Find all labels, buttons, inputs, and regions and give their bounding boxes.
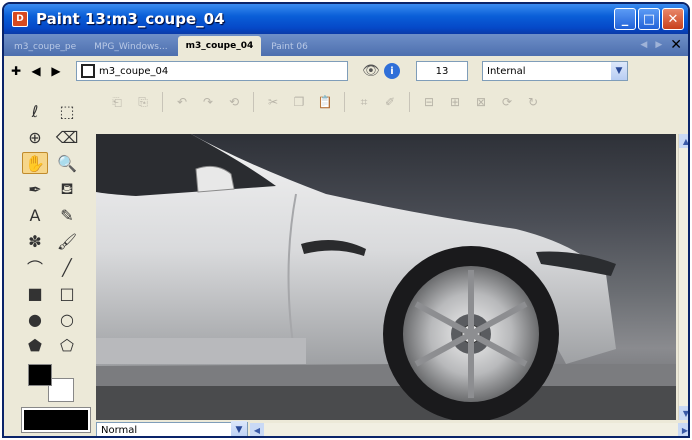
forward-icon[interactable]: ▶: [48, 64, 64, 78]
paint-window: D Paint 13:m3_coupe_04 _ □ ✕ m3_coupe_pe…: [2, 2, 690, 438]
tab-paint-06[interactable]: Paint 06: [263, 38, 316, 56]
scroll-left-icon[interactable]: ◀: [250, 423, 264, 436]
undo-icon[interactable]: ↶: [171, 91, 193, 113]
window-title: Paint 13:m3_coupe_04: [36, 10, 225, 28]
revert-icon[interactable]: ⟲: [223, 91, 245, 113]
add-icon[interactable]: ✚: [8, 64, 24, 78]
filled-ellipse-icon[interactable]: ●: [22, 308, 48, 330]
horizontal-scrollbar[interactable]: ◀ ▶: [250, 423, 688, 436]
status-bar: Normal ▼ ◀ ▶: [96, 421, 688, 436]
foreground-color-swatch[interactable]: [28, 364, 52, 386]
chevron-down-icon[interactable]: ▼: [231, 421, 247, 436]
toolbar-separator: [253, 92, 254, 112]
app-icon[interactable]: D: [12, 11, 28, 27]
maximize-button[interactable]: □: [638, 8, 660, 30]
hand-icon[interactable]: ✋: [22, 152, 48, 174]
back-icon[interactable]: ◀: [28, 64, 44, 78]
vertical-scrollbar[interactable]: ▲ ▼: [678, 134, 688, 420]
align-right-icon[interactable]: ⊠: [470, 91, 492, 113]
scroll-right-icon[interactable]: ▶: [678, 423, 688, 436]
document-icon: [81, 64, 95, 78]
info-icon[interactable]: i: [384, 63, 400, 79]
pencil-icon[interactable]: ✎: [54, 204, 80, 226]
rotate-icon[interactable]: ↻: [522, 91, 544, 113]
text-icon[interactable]: A: [22, 204, 48, 226]
align-center-icon[interactable]: ⊞: [444, 91, 466, 113]
redo-icon[interactable]: ↷: [197, 91, 219, 113]
tab-mpg-windows[interactable]: MPG_Windows...: [86, 38, 175, 56]
zoom-icon[interactable]: 🔍: [54, 152, 80, 174]
tab-m3-coupe-04[interactable]: m3_coupe_04: [177, 36, 262, 56]
filled-rect-icon[interactable]: ■: [22, 282, 48, 304]
paste-icon[interactable]: 📋: [314, 91, 336, 113]
lasso-icon[interactable]: ℓ: [22, 100, 48, 122]
document-tabs: m3_coupe_pe MPG_Windows... m3_coupe_04 P…: [4, 34, 688, 56]
tool-palette: ℓ ⬚ ⊕ ⌫ ✋ 🔍 ✒ ⛾ A ✎ ✽ 🖌 ⌒ ╱ ■ □ ● ○ ⬟ ⬠: [22, 100, 88, 416]
brush-icon[interactable]: 🖌: [54, 230, 80, 252]
storage-select-value: Internal: [487, 65, 526, 77]
move-icon[interactable]: ⊕: [22, 126, 48, 148]
cut-icon[interactable]: ✂: [262, 91, 284, 113]
crop-icon[interactable]: ⌗: [353, 91, 375, 113]
document-name: m3_coupe_04: [99, 65, 169, 77]
storage-select[interactable]: Internal ▼: [482, 61, 628, 81]
car-photo: [96, 134, 676, 420]
zoom-field[interactable]: 13: [416, 61, 468, 81]
eraser-icon[interactable]: ⌫: [54, 126, 80, 148]
color-swatches: [22, 364, 88, 406]
polygon-icon[interactable]: ⬠: [54, 334, 80, 356]
close-document-icon[interactable]: ✕: [670, 37, 682, 53]
eyedropper-icon[interactable]: ✒: [22, 178, 48, 200]
tab-m3-coupe-pe[interactable]: m3_coupe_pe: [6, 38, 84, 56]
browse-icon[interactable]: 👁: [362, 63, 384, 79]
action-toolbar: ⎗ ⎘ ↶ ↷ ⟲ ✂ ❐ 📋 ⌗ ✐ ⊟ ⊞ ⊠ ⟳ ↻: [96, 88, 688, 116]
spray-icon[interactable]: ✽: [22, 230, 48, 252]
open-icon[interactable]: ⎘: [132, 91, 154, 113]
minimize-button[interactable]: _: [614, 8, 636, 30]
document-name-field[interactable]: m3_coupe_04: [76, 61, 348, 81]
filled-polygon-icon[interactable]: ⬟: [22, 334, 48, 356]
tab-prev-icon[interactable]: ◀: [640, 40, 647, 50]
image-canvas[interactable]: [96, 134, 676, 420]
copy-icon[interactable]: ❐: [288, 91, 310, 113]
stroke-preview[interactable]: [21, 407, 91, 433]
rect-icon[interactable]: □: [54, 282, 80, 304]
ellipse-icon[interactable]: ○: [54, 308, 80, 330]
close-button[interactable]: ✕: [662, 8, 684, 30]
scroll-up-icon[interactable]: ▲: [679, 134, 688, 148]
new-icon[interactable]: ⎗: [106, 91, 128, 113]
flip-icon[interactable]: ⟳: [496, 91, 518, 113]
blend-mode-select[interactable]: Normal ▼: [96, 421, 248, 436]
marquee-icon[interactable]: ⬚: [54, 100, 80, 122]
main-toolbar: ✚ ◀ ▶ m3_coupe_04 👁 i 13 Internal ▼: [4, 58, 688, 84]
toolbar-separator: [409, 92, 410, 112]
chevron-down-icon[interactable]: ▼: [611, 62, 627, 80]
curve-icon[interactable]: ⌒: [22, 256, 48, 278]
blend-mode-value: Normal: [101, 424, 138, 436]
title-bar[interactable]: D Paint 13:m3_coupe_04 _ □ ✕: [4, 4, 688, 34]
line-icon[interactable]: ╱: [54, 256, 80, 278]
align-left-icon[interactable]: ⊟: [418, 91, 440, 113]
tab-next-icon[interactable]: ▶: [655, 40, 662, 50]
toolbar-separator: [344, 92, 345, 112]
edit-icon[interactable]: ✐: [379, 91, 401, 113]
toolbar-separator: [162, 92, 163, 112]
fill-icon[interactable]: ⛾: [54, 178, 80, 200]
scroll-down-icon[interactable]: ▼: [679, 406, 688, 420]
